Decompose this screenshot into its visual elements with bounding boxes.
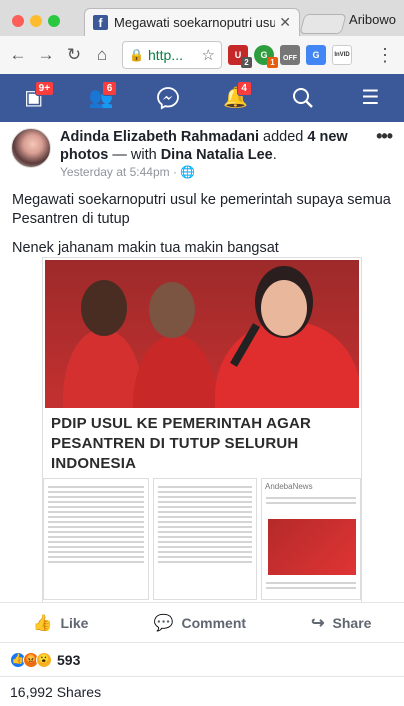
timestamp-text: Yesterday at 5:44pm ·	[60, 165, 181, 179]
photo-caption: PDIP USUL KE PEMERINTAH AGAR PESANTREN D…	[45, 408, 359, 476]
share-icon: ↪	[311, 614, 325, 632]
close-window-button[interactable]	[12, 15, 24, 27]
notifications-badge: 4	[236, 81, 252, 96]
like-label: Like	[60, 614, 89, 631]
photo-thumbnail[interactable]: AndebaNews	[261, 478, 361, 600]
globe-icon: 🌐	[180, 165, 196, 179]
facebook-post: Adinda Elizabeth Rahmadani added 4 new p…	[0, 122, 404, 706]
post-header: Adinda Elizabeth Rahmadani added 4 new p…	[60, 128, 360, 164]
facebook-nav-bar: ▣ 9+ 👥 6 🔔 4 ☰	[0, 74, 404, 122]
facebook-favicon-icon: f	[93, 15, 108, 30]
messenger-icon[interactable]	[153, 83, 183, 113]
notifications-bell-icon[interactable]: 🔔 4	[221, 81, 252, 113]
header-end: .	[272, 147, 277, 163]
invid-label: InVID	[334, 52, 350, 58]
friends-badge: 6	[101, 81, 117, 96]
menu-icon[interactable]: ☰	[355, 83, 385, 113]
reactions-summary[interactable]: 👍 😡 😮 593	[0, 642, 404, 676]
tab-close-icon[interactable]: ✕	[279, 14, 291, 31]
news-feed-badge: 9+	[34, 81, 55, 96]
post-action-text: added	[259, 129, 308, 145]
zoom-window-button[interactable]	[48, 15, 60, 27]
photo-person-head	[149, 282, 195, 338]
back-arrow-icon[interactable]: ←	[6, 45, 30, 65]
article-text-lines	[262, 497, 360, 511]
extension-shield-icon[interactable]: U2	[228, 45, 252, 68]
reload-icon[interactable]: ↻	[62, 45, 86, 65]
friends-icon[interactable]: 👥 6	[86, 81, 117, 113]
reaction-count: 593	[57, 651, 81, 668]
tab-title: Megawati soekarnoputri usul k	[114, 15, 276, 30]
author-avatar[interactable]	[11, 128, 51, 168]
post-timestamp[interactable]: Yesterday at 5:44pm · 🌐	[60, 165, 195, 179]
extension-badge: 2	[241, 57, 252, 68]
photo-thumbnail[interactable]	[153, 478, 257, 600]
extension-green-icon[interactable]: G1	[254, 45, 278, 68]
minimize-window-button[interactable]	[30, 15, 42, 27]
post-text-line: Megawati soekarnoputri usul ke pemerinta…	[12, 192, 391, 227]
caption-line: PDIP USUL KE PEMERINTAH AGAR	[51, 415, 312, 432]
post-actions: 👍 Like 💬 Comment ↪ Share	[0, 602, 404, 642]
like-icon: 👍	[32, 614, 53, 632]
profile-name[interactable]: Aribowo	[349, 12, 396, 27]
caption-line: PESANTREN DI TUTUP SELURUH INDONESIA	[51, 435, 299, 472]
tagged-user[interactable]: Dina Natalia Lee	[161, 147, 273, 163]
photo-thumbnail[interactable]	[43, 478, 149, 600]
bookmark-star-icon[interactable]: ☆	[202, 46, 215, 64]
comment-button[interactable]: 💬 Comment	[154, 613, 246, 633]
like-button[interactable]: 👍 Like	[33, 613, 89, 633]
share-label: Share	[332, 614, 372, 631]
lock-icon: 🔒	[129, 48, 144, 62]
with-text: — with	[108, 147, 161, 163]
thumb-header: AndebaNews	[265, 482, 313, 491]
thumb-photo	[268, 519, 356, 575]
share-button[interactable]: ↪ Share	[311, 613, 371, 633]
post-options-icon[interactable]: •••	[376, 126, 393, 147]
photo-person-face	[261, 280, 307, 336]
shares-count[interactable]: 16,992 Shares	[0, 676, 404, 706]
post-photo-collage[interactable]: PDIP USUL KE PEMERINTAH AGAR PESANTREN D…	[42, 257, 362, 603]
extension-off-label: OFF	[283, 55, 297, 62]
article-text-lines	[154, 479, 256, 570]
browser-menu-icon[interactable]: ⋮	[376, 45, 394, 66]
browser-chrome: f Megawati soekarnoputri usul k ✕ Aribow…	[0, 0, 404, 74]
comment-icon: 💬	[153, 614, 174, 632]
extension-badge: 1	[267, 57, 278, 68]
article-text-lines	[262, 575, 360, 596]
new-tab-button[interactable]	[299, 14, 347, 34]
post-text-line: Nenek jahanam makin tua makin bangsat	[12, 240, 279, 256]
url-text: http...	[147, 47, 183, 63]
search-icon[interactable]	[288, 83, 318, 113]
wow-reaction-icon: 😮	[36, 651, 52, 668]
browser-tab[interactable]: f Megawati soekarnoputri usul k ✕	[84, 8, 300, 36]
article-text-lines	[44, 479, 148, 570]
news-feed-icon[interactable]: ▣ 9+	[19, 81, 55, 113]
browser-toolbar: ← → ↻ ⌂ 🔒 http... ☆ U2 G1 OFF G InVID ⋮	[0, 36, 404, 74]
translate-extension-icon[interactable]: G	[306, 45, 326, 65]
photo-person-head	[81, 280, 127, 336]
author-name[interactable]: Adinda Elizabeth Rahmadani	[60, 129, 259, 145]
comment-label: Comment	[181, 614, 247, 631]
address-bar[interactable]: 🔒 http... ☆	[122, 41, 222, 69]
window-controls	[12, 14, 66, 32]
invid-extension-icon[interactable]: InVID	[332, 45, 352, 65]
extension-off-icon[interactable]: OFF	[280, 45, 300, 65]
home-icon[interactable]: ⌂	[90, 45, 114, 65]
main-photo[interactable]: PDIP USUL KE PEMERINTAH AGAR PESANTREN D…	[45, 260, 359, 476]
forward-arrow-icon[interactable]: →	[34, 45, 58, 65]
